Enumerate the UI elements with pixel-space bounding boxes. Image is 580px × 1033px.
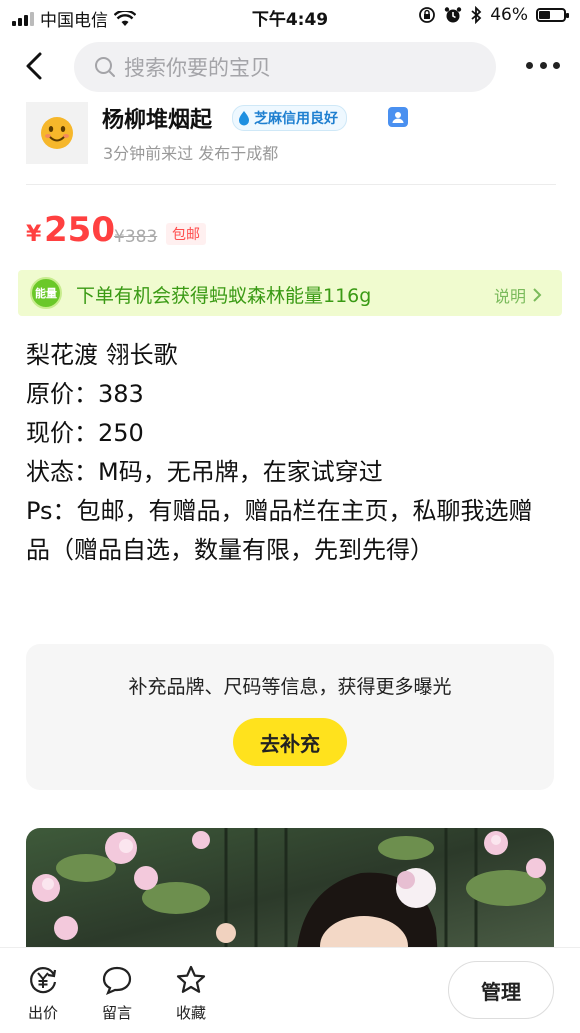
seller-name[interactable]: 杨柳堆烟起 — [102, 102, 212, 134]
comment-button[interactable]: 留言 — [92, 964, 142, 1023]
speech-bubble-icon — [102, 966, 132, 996]
smiley-face-icon — [41, 117, 73, 149]
comment-label: 留言 — [101, 1004, 132, 1022]
offer-label: 出价 — [27, 1004, 58, 1022]
chevron-left-icon — [26, 52, 42, 80]
free-shipping-tag: 包邮 — [166, 223, 206, 245]
favorite-label: 收藏 — [175, 1004, 206, 1022]
seller-meta: 3分钟前来过 发布于成都 — [103, 144, 279, 163]
description-line: 原价：383 — [26, 380, 144, 408]
energy-help-label: 说明 — [493, 287, 526, 306]
star-icon — [176, 965, 206, 993]
battery-icon — [536, 8, 569, 22]
energy-icon: 能量 — [30, 277, 62, 309]
back-button[interactable] — [18, 48, 54, 84]
credit-badge-label: 芝麻信用良好 — [254, 111, 338, 127]
supplement-text: 补充品牌、尺码等信息，获得更多曝光 — [128, 676, 452, 698]
description-line: 状态：M码，无吊牌，在家试穿过 — [26, 458, 383, 486]
nav-bar: 搜索你要的宝贝 — [0, 38, 580, 96]
offer-button[interactable]: 出价 — [18, 964, 68, 1023]
supplement-card: 补充品牌、尺码等信息，获得更多曝光 去补充 — [26, 644, 554, 790]
more-options-button[interactable] — [526, 50, 560, 80]
description-line: Ps：包邮，有赠品，赠品栏在主页，私聊我选赠品（赠品自选，数量有限，先到先得） — [26, 497, 533, 564]
energy-help-link[interactable]: 说明 — [494, 283, 542, 307]
search-bar[interactable]: 搜索你要的宝贝 — [74, 42, 496, 92]
seller-avatar[interactable] — [26, 102, 88, 164]
drop-icon — [239, 111, 249, 126]
bottom-action-bar: 出价 留言 收藏 管理 — [0, 947, 580, 1033]
more-dot-icon — [539, 61, 547, 69]
battery-percent: 46% — [490, 5, 528, 25]
manage-button[interactable]: 管理 — [448, 961, 554, 1019]
yuan-exchange-icon — [30, 967, 57, 994]
original-price: ¥383 — [114, 227, 158, 247]
bluetooth-icon — [471, 6, 482, 24]
description-line: 梨花渡 翎长歌 — [26, 341, 178, 369]
rotation-lock-icon — [419, 7, 436, 23]
price-currency: ¥ — [26, 222, 42, 247]
favorite-button[interactable]: 收藏 — [166, 964, 216, 1023]
description-line: 现价：250 — [26, 419, 144, 447]
chevron-right-icon — [533, 288, 542, 302]
credit-badge[interactable]: 芝麻信用良好 — [232, 105, 347, 131]
item-description: 梨花渡 翎长歌 原价：383 现价：250 状态：M码，无吊牌，在家试穿过 Ps… — [26, 336, 546, 570]
alarm-icon — [445, 7, 462, 23]
search-placeholder: 搜索你要的宝贝 — [124, 56, 271, 80]
current-price: 250 — [44, 210, 115, 250]
more-dot-icon — [526, 61, 533, 69]
more-dot-icon — [553, 61, 560, 69]
supplement-button[interactable]: 去补充 — [233, 718, 347, 766]
status-bar: 中国电信 下午4:49 46% — [0, 0, 580, 34]
seller-info[interactable]: 杨柳堆烟起 芝麻信用良好 3分钟前来过 发布于成都 — [26, 100, 556, 185]
energy-text: 下单有机会获得蚂蚁森林能量116g — [76, 285, 372, 307]
energy-banner[interactable]: 能量 下单有机会获得蚂蚁森林能量116g 说明 — [18, 270, 562, 316]
verified-user-icon[interactable] — [388, 107, 408, 127]
product-photo[interactable] — [26, 828, 554, 958]
search-icon — [95, 57, 115, 77]
